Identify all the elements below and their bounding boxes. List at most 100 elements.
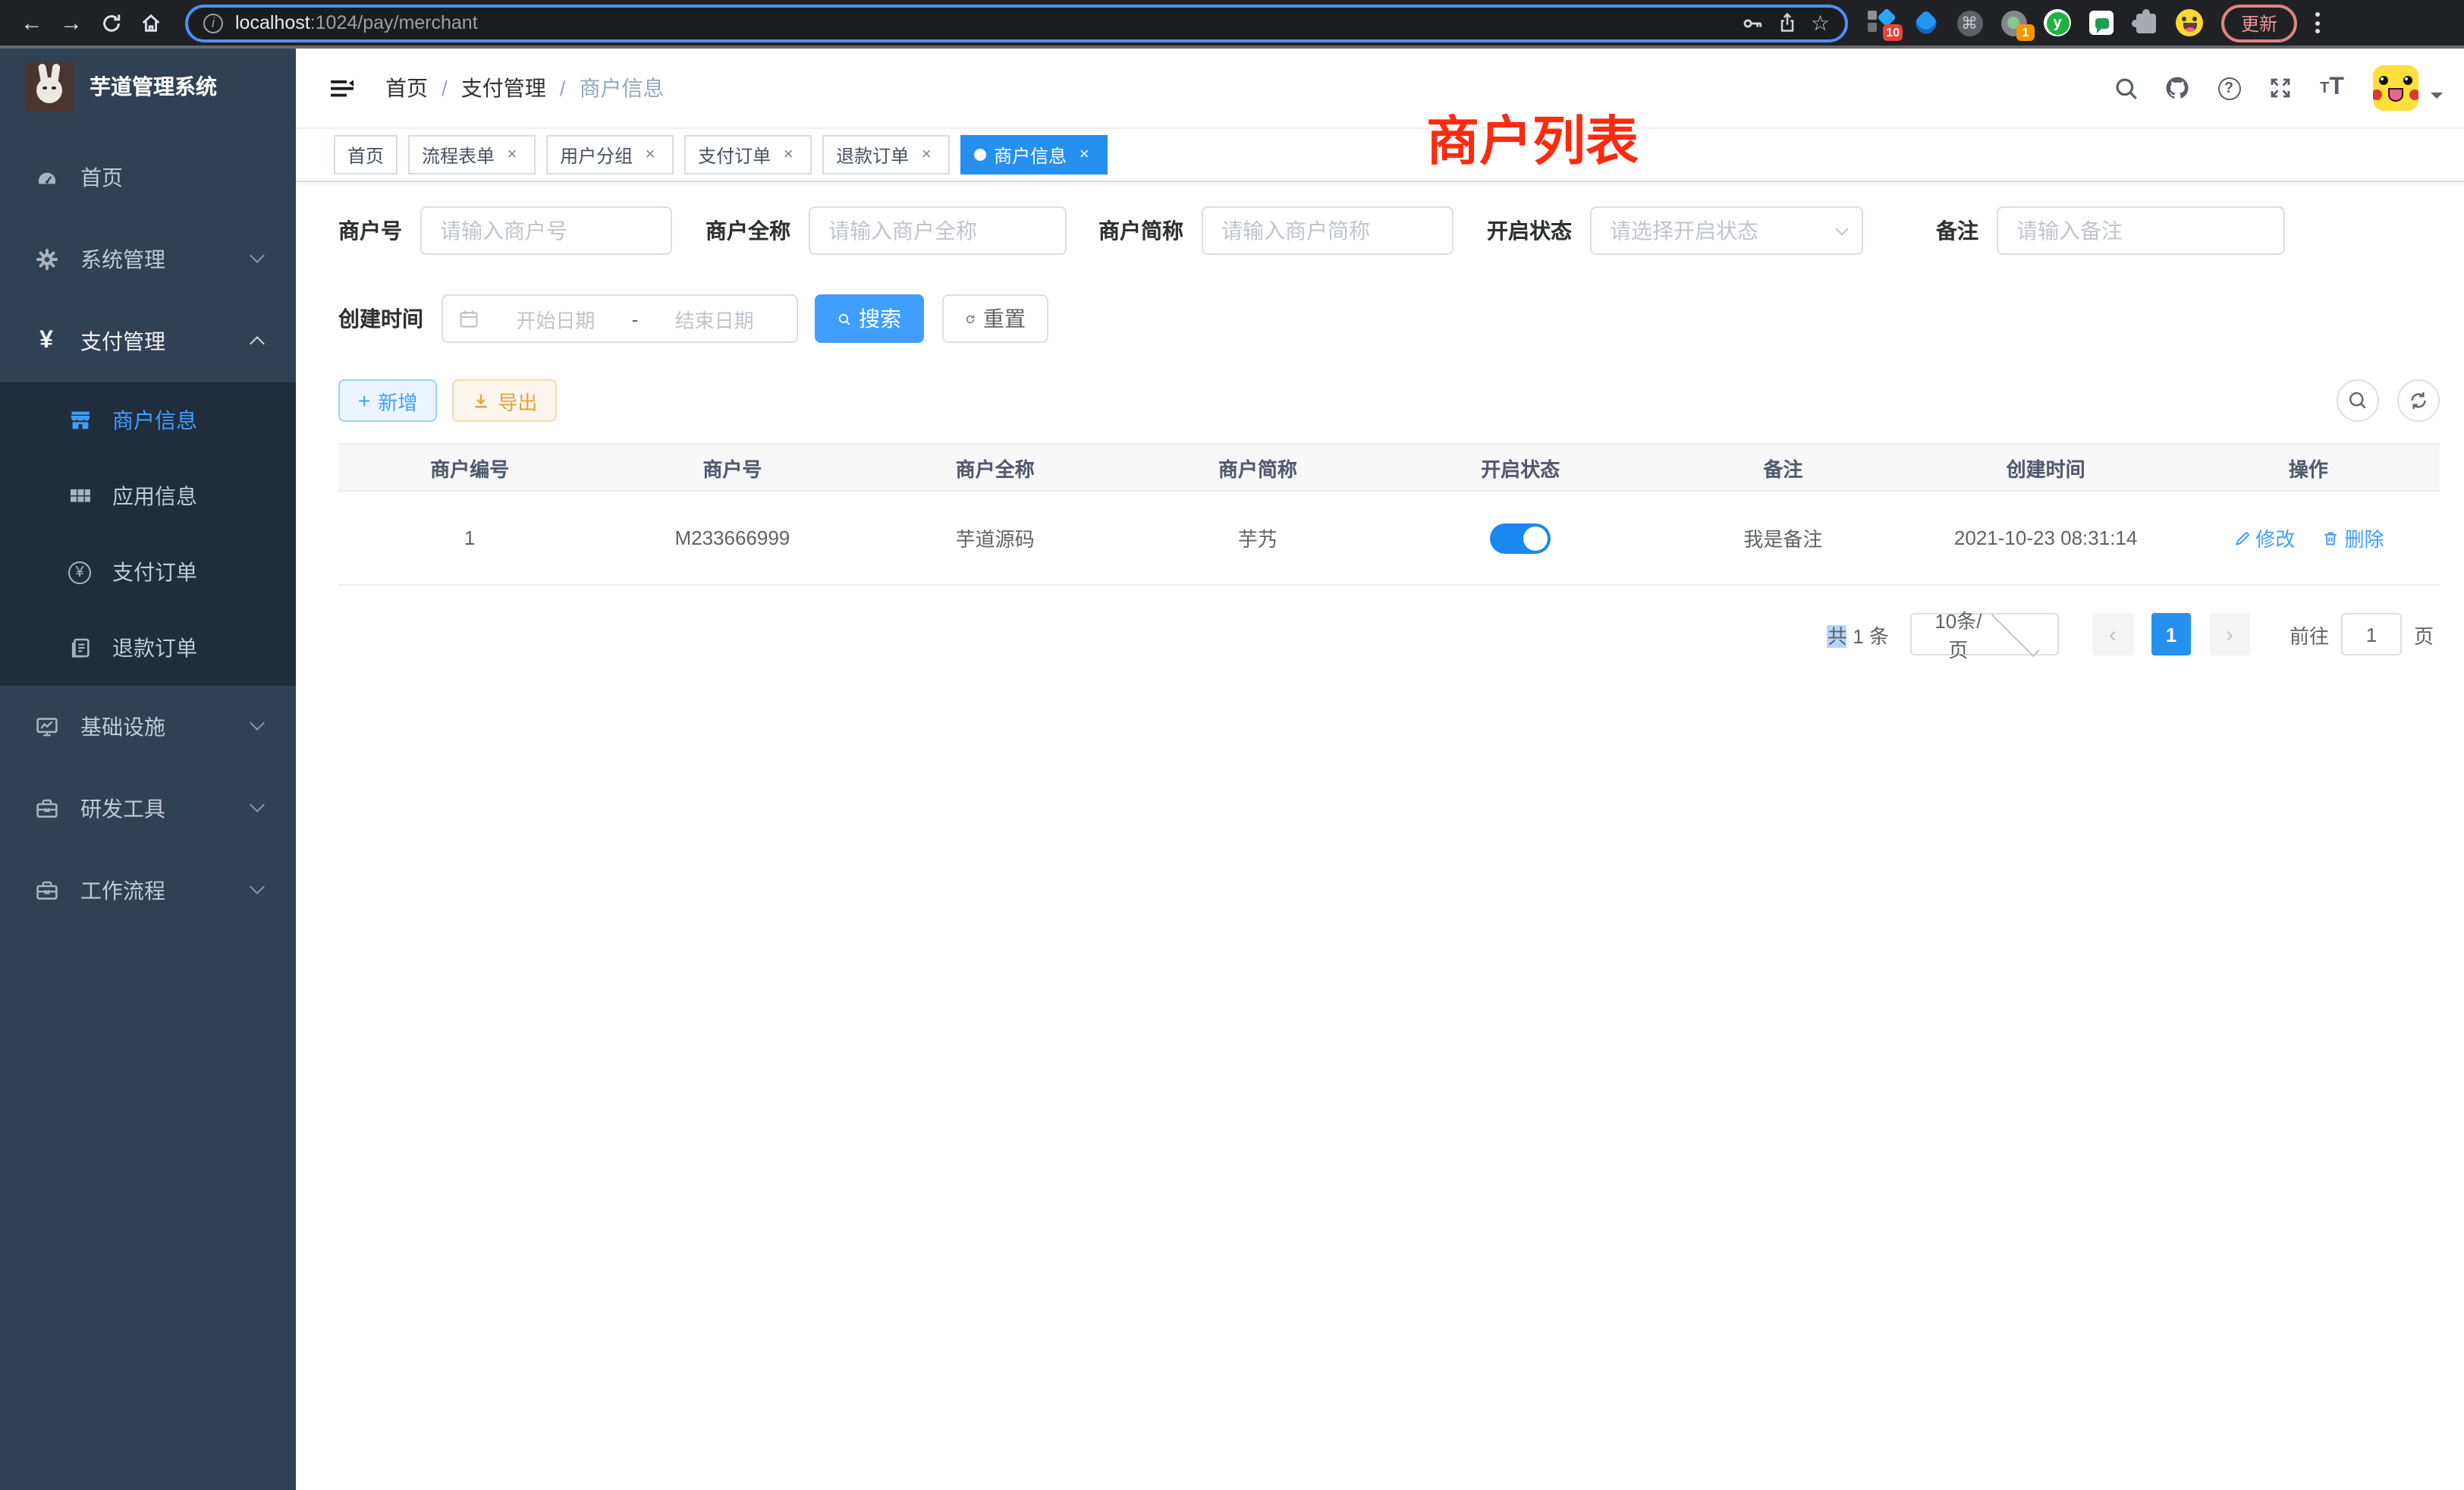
col-short-name: 商户简称 [1127, 444, 1389, 491]
sidebar-toggle-button[interactable] [320, 66, 364, 110]
sidebar-item-workflow[interactable]: 工作流程 [0, 850, 296, 932]
close-icon[interactable]: × [640, 145, 660, 165]
create-time-label: 创建时间 [338, 303, 423, 334]
top-navbar: 首页 / 支付管理 / 商户信息 ? TT [296, 49, 2464, 127]
browser-reload-button[interactable] [91, 3, 130, 42]
sidebar-item-payment[interactable]: ¥ 支付管理 [0, 300, 296, 382]
export-button[interactable]: 导出 [452, 379, 557, 422]
extension-command-icon[interactable]: ⌘ [1956, 9, 1983, 36]
sidebar-item-infrastructure[interactable]: 基础设施 [0, 686, 296, 768]
sidebar-item-refund-order[interactable]: 退款订单 [0, 610, 296, 686]
search-icon [2347, 390, 2368, 411]
logo-image [24, 61, 74, 112]
password-key-icon[interactable] [1743, 11, 1765, 34]
create-time-range-picker[interactable]: 开始日期 - 结束日期 [442, 294, 798, 343]
short-name-label: 商户简称 [1098, 215, 1183, 246]
remark-input[interactable] [1997, 206, 2285, 255]
header-search-button[interactable] [2100, 53, 2151, 123]
app-title: 芋道管理系统 [90, 71, 217, 102]
app-logo[interactable]: 芋道管理系统 [0, 49, 296, 124]
browser-update-button[interactable]: 更新 [2221, 4, 2297, 42]
avatar-dropdown-caret[interactable] [2431, 93, 2443, 105]
status-select[interactable]: 请选择开启状态 [1590, 206, 1863, 255]
remark-label: 备注 [1936, 215, 1978, 246]
browser-home-button[interactable] [130, 3, 170, 42]
status-toggle[interactable] [1490, 523, 1551, 553]
tab-merchant-info[interactable]: 商户信息× [960, 135, 1108, 174]
close-icon[interactable]: × [778, 145, 798, 165]
store-icon [67, 408, 93, 432]
github-link-button[interactable] [2151, 53, 2203, 123]
next-page-button[interactable]: › [2209, 613, 2250, 655]
red-annotation-label: 商户列表 [1426, 99, 1639, 176]
extension-chat-icon[interactable] [2088, 9, 2115, 36]
reset-button[interactable]: 重置 [942, 294, 1048, 343]
tab-pay-order[interactable]: 支付订单× [684, 135, 812, 174]
page-size-select[interactable]: 10条/页 [1910, 613, 2059, 655]
search-icon [838, 309, 851, 328]
sidebar-item-home[interactable]: 首页 [0, 137, 296, 218]
share-icon[interactable] [1777, 12, 1799, 33]
extension-colorful-icon[interactable]: 10 [1868, 9, 1895, 36]
back-icon: ← [20, 10, 43, 36]
active-tab-dot [974, 149, 986, 161]
url-bar[interactable]: i localhost:1024/pay/merchant ☆ [185, 4, 1848, 42]
extension-badge: 1 [2016, 24, 2035, 41]
tab-user-group[interactable]: 用户分组× [546, 135, 674, 174]
page-info-icon[interactable]: i [203, 13, 223, 33]
help-button[interactable]: ? [2203, 53, 2255, 123]
prev-page-button[interactable]: ‹ [2092, 613, 2133, 655]
font-size-button[interactable]: TT [2306, 53, 2358, 123]
user-avatar[interactable] [2373, 65, 2418, 111]
delete-link[interactable]: 删除 [2322, 523, 2384, 552]
refresh-table-button[interactable] [2397, 379, 2440, 422]
search-button[interactable]: 搜索 [815, 294, 924, 343]
toolbox-icon [33, 797, 59, 821]
sidebar-item-system[interactable]: 系统管理 [0, 218, 296, 300]
edit-link[interactable]: 修改 [2233, 523, 2295, 552]
status-label: 开启状态 [1487, 215, 1572, 246]
add-button[interactable]: + 新增 [338, 379, 437, 422]
bookmark-star-icon[interactable]: ☆ [1811, 10, 1830, 36]
page-number-1[interactable]: 1 [2151, 613, 2191, 655]
sidebar-item-app-info[interactable]: 应用信息 [0, 458, 296, 534]
extension-emoji-icon[interactable] [2176, 9, 2203, 36]
browser-forward-button[interactable]: → [52, 3, 91, 42]
extension-y-icon[interactable]: y [2044, 9, 2071, 36]
browser-menu-icon[interactable] [2309, 12, 2326, 33]
fullscreen-button[interactable] [2255, 53, 2306, 123]
full-name-input[interactable] [809, 206, 1067, 255]
sidebar-item-merchant-info[interactable]: 商户信息 [0, 382, 296, 458]
browser-back-button[interactable]: ← [12, 3, 52, 42]
tags-view-bar: 首页 流程表单× 用户分组× 支付订单× 退款订单× 商户信息× [296, 127, 2464, 182]
close-icon[interactable]: × [916, 145, 936, 165]
pencil-icon [2233, 529, 2251, 547]
close-icon[interactable]: × [1074, 145, 1094, 165]
extension-circle-icon[interactable]: 1 [2000, 9, 2027, 36]
full-name-label: 商户全称 [706, 215, 790, 246]
tab-home[interactable]: 首页 [334, 135, 398, 174]
hamburger-icon [329, 75, 355, 101]
dashboard-icon [33, 165, 59, 190]
goto-page-input[interactable] [2341, 613, 2402, 655]
cell-remark: 我是备注 [1652, 491, 1914, 585]
sidebar-item-dev-tools[interactable]: 研发工具 [0, 768, 296, 850]
sidebar-item-pay-order[interactable]: ¥ 支付订单 [0, 534, 296, 610]
grid-icon [67, 484, 93, 508]
breadcrumb-home[interactable]: 首页 [385, 73, 428, 103]
table-header-row: 商户编号 商户号 商户全称 商户简称 开启状态 备注 创建时间 操作 [338, 444, 2440, 491]
breadcrumb-payment[interactable]: 支付管理 [461, 73, 546, 103]
reload-icon [99, 11, 122, 34]
short-name-input[interactable] [1202, 206, 1454, 255]
sidebar-item-label: 系统管理 [80, 244, 165, 275]
tab-refund-order[interactable]: 退款订单× [822, 135, 950, 174]
toggle-search-button[interactable] [2337, 379, 2379, 422]
merchant-no-input[interactable] [420, 206, 672, 255]
extensions-puzzle-icon[interactable] [2132, 9, 2159, 36]
col-remark: 备注 [1652, 444, 1914, 491]
tab-process-form[interactable]: 流程表单× [408, 135, 536, 174]
chevron-up-icon [250, 336, 265, 351]
extension-gem-icon[interactable] [1912, 9, 1939, 36]
cell-merchant-id: 1 [338, 491, 601, 585]
close-icon[interactable]: × [502, 145, 522, 165]
